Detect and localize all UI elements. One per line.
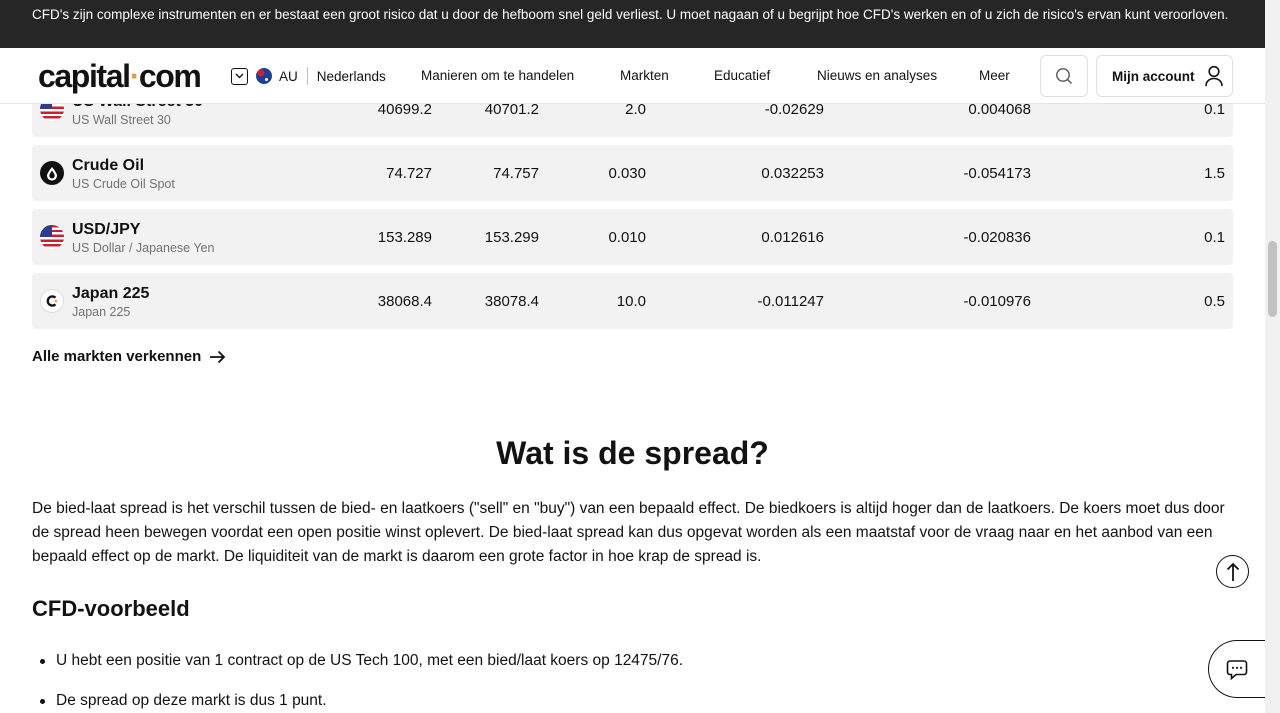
market-row[interactable]: USD/JPY US Dollar / Japanese Yen 153.289… bbox=[32, 209, 1233, 265]
ask-price: 153.299 bbox=[484, 229, 539, 246]
risk-warning-text: CFD's zijn complexe instrumenten en er b… bbox=[32, 7, 1229, 22]
logo-text-right: com bbox=[138, 58, 202, 94]
site-header: capital·com AU Nederlands Manieren om te… bbox=[0, 48, 1265, 104]
nav-news-analysis[interactable]: Nieuws en analyses bbox=[817, 68, 937, 83]
ask-price: 38078.4 bbox=[484, 293, 539, 310]
my-account-label: Mijn account bbox=[1112, 68, 1195, 84]
nav-more[interactable]: Meer bbox=[979, 68, 1010, 83]
oil-drop-icon bbox=[40, 161, 64, 185]
spread-value: 10.0 bbox=[616, 293, 646, 310]
divider bbox=[306, 67, 308, 85]
user-icon bbox=[1204, 65, 1223, 87]
page-scrollbar[interactable] bbox=[1265, 0, 1280, 713]
logo-dot: · bbox=[129, 58, 141, 94]
risk-warning-banner: CFD's zijn complexe instrumenten en er b… bbox=[0, 0, 1265, 48]
spread-value: 0.010 bbox=[608, 229, 646, 246]
short-swap: -0.010976 bbox=[963, 293, 1031, 310]
market-row[interactable]: Japan 225 Japan 225 38068.4 38078.4 10.0… bbox=[32, 273, 1233, 329]
nav-markets[interactable]: Markten bbox=[620, 68, 669, 83]
chevron-down-icon bbox=[231, 67, 248, 85]
margin-value: 0.5 bbox=[1204, 293, 1225, 310]
chat-icon bbox=[1226, 659, 1248, 680]
market-row[interactable]: Crude Oil US Crude Oil Spot 74.727 74.75… bbox=[32, 145, 1233, 201]
market-subtitle: US Crude Oil Spot bbox=[72, 177, 175, 191]
cfd-example-heading: CFD-voorbeeld bbox=[32, 596, 190, 621]
bid-price: 38068.4 bbox=[377, 293, 432, 310]
arrow-right-icon bbox=[210, 350, 226, 363]
logo-text-left: capital bbox=[38, 58, 131, 94]
scroll-to-top-button[interactable] bbox=[1216, 555, 1249, 588]
market-subtitle: US Dollar / Japanese Yen bbox=[72, 241, 215, 255]
nav-ways-to-trade[interactable]: Manieren om te handelen bbox=[421, 68, 574, 83]
ask-price: 74.757 bbox=[493, 165, 539, 182]
list-item: De spread op deze markt is dus 1 punt. bbox=[40, 690, 1156, 712]
long-swap: 0.032253 bbox=[761, 165, 824, 182]
margin-value: 0.1 bbox=[1204, 229, 1225, 246]
short-swap: -0.020836 bbox=[963, 229, 1031, 246]
chat-button[interactable] bbox=[1208, 640, 1265, 698]
market-subtitle: US Wall Street 30 bbox=[72, 113, 171, 127]
list-item: U hebt een positie van 1 contract op de … bbox=[40, 650, 1156, 672]
long-swap: 0.012616 bbox=[761, 229, 824, 246]
section-title: Wat is de spread? bbox=[496, 435, 769, 471]
search-icon bbox=[1056, 68, 1072, 84]
example-bullet-list: U hebt een positie van 1 contract op de … bbox=[40, 650, 1156, 713]
my-account-button[interactable]: Mijn account bbox=[1096, 55, 1233, 97]
explore-link-label: Alle markten verkennen bbox=[32, 348, 202, 365]
capital-com-logo[interactable]: capital·com bbox=[38, 57, 202, 95]
explore-all-markets-link[interactable]: Alle markten verkennen bbox=[32, 348, 226, 365]
australia-flag-icon bbox=[256, 68, 272, 84]
spread-value: 0.030 bbox=[608, 165, 646, 182]
language-label: Nederlands bbox=[316, 68, 386, 84]
short-swap: -0.054173 bbox=[963, 165, 1031, 182]
region-language-selector[interactable]: AU Nederlands bbox=[231, 67, 386, 85]
margin-value: 1.5 bbox=[1204, 165, 1225, 182]
arrow-up-icon bbox=[1226, 562, 1239, 581]
spread-explanation-paragraph: De bied-laat spread is het verschil tuss… bbox=[32, 500, 1225, 565]
bid-price: 153.289 bbox=[377, 229, 432, 246]
scrollbar-thumb[interactable] bbox=[1268, 241, 1277, 317]
region-code: AU bbox=[279, 68, 298, 84]
market-name: Japan 225 bbox=[72, 285, 150, 302]
nav-education[interactable]: Educatief bbox=[714, 68, 770, 83]
capital-logo-icon bbox=[40, 289, 64, 313]
long-swap: -0.011247 bbox=[757, 293, 824, 310]
market-name: Crude Oil bbox=[72, 157, 145, 174]
us-flag-icon bbox=[40, 225, 64, 249]
market-subtitle: Japan 225 bbox=[72, 305, 131, 319]
bid-price: 74.727 bbox=[386, 165, 432, 182]
market-name: USD/JPY bbox=[72, 221, 141, 238]
search-button[interactable] bbox=[1040, 55, 1088, 97]
